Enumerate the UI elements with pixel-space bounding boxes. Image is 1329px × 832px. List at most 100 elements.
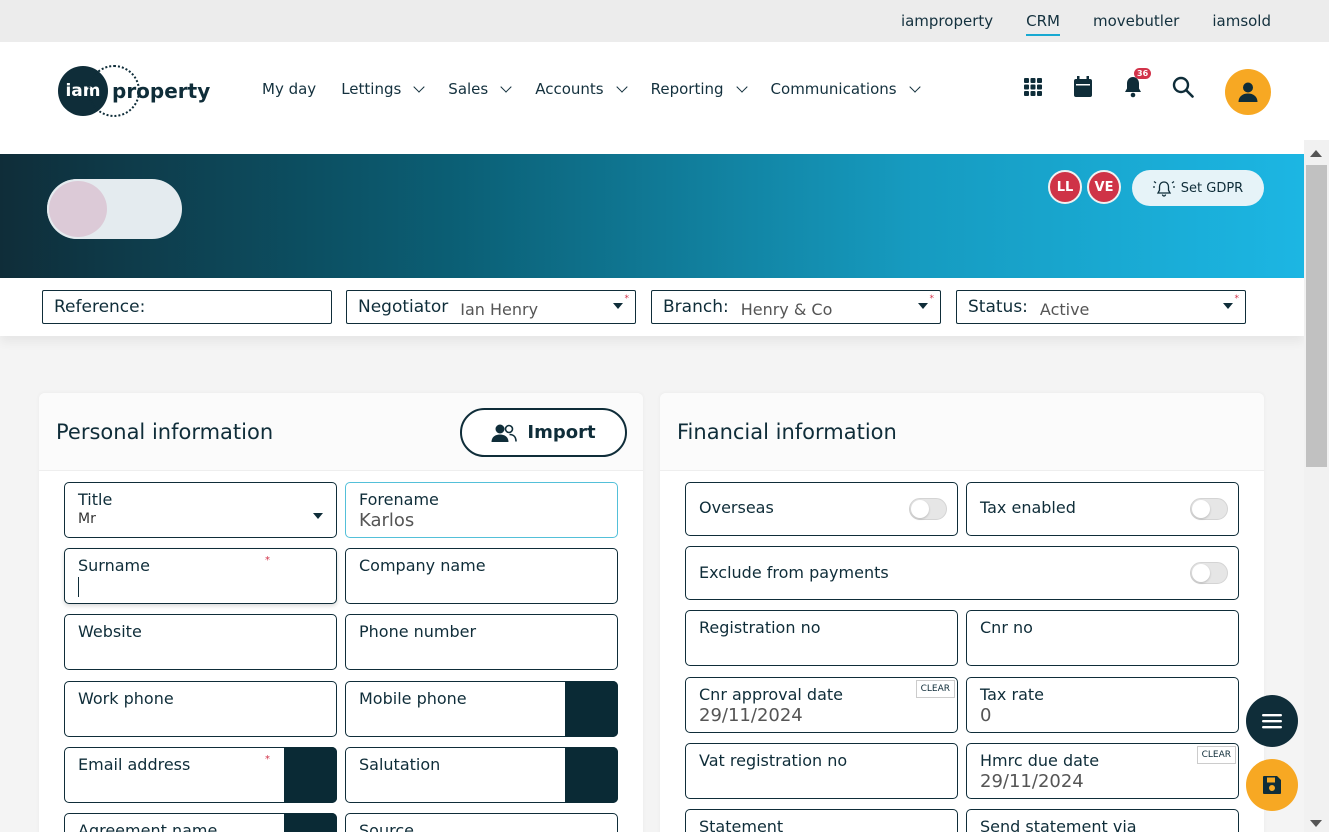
exclude-payments-toggle[interactable] — [1190, 562, 1228, 584]
negotiator-label: Negotiator — [358, 297, 449, 317]
phone-number-field[interactable]: Phone number — [345, 614, 618, 670]
scroll-up-icon[interactable] — [1310, 150, 1322, 157]
topbar-link-iamsold[interactable]: iamsold — [1212, 4, 1271, 38]
reference-field[interactable]: Reference: — [42, 290, 332, 324]
title-select[interactable]: Title Mr — [64, 482, 337, 538]
vat-registration-field[interactable]: Vat registration no — [685, 743, 958, 799]
hmrc-due-date-field[interactable]: Hmrc due date 29/11/2024 CLEAR — [966, 743, 1239, 799]
user-avatar[interactable] — [1225, 69, 1271, 115]
forename-field[interactable]: Forename Karlos — [345, 482, 618, 538]
chevron-down-icon — [500, 81, 512, 93]
calendar-icon[interactable] — [1072, 76, 1094, 98]
salutation-action-button[interactable] — [565, 747, 618, 803]
company-name-field[interactable]: Company name — [345, 548, 618, 604]
import-button[interactable]: Import — [460, 408, 627, 457]
overseas-toggle[interactable] — [909, 498, 947, 520]
scrollbar-thumb[interactable] — [1306, 165, 1327, 467]
company-name-label: Company name — [359, 556, 486, 575]
nav-item-communications[interactable]: Communications — [771, 80, 921, 98]
nav-item-reporting[interactable]: Reporting — [650, 80, 748, 98]
tax-rate-value: 0 — [980, 705, 992, 726]
required-marker: * — [929, 294, 935, 304]
apps-grid-icon[interactable] — [1022, 76, 1044, 98]
required-marker: * — [265, 555, 270, 566]
overseas-label: Overseas — [699, 498, 774, 517]
status-select[interactable]: Status: Active * — [956, 290, 1246, 324]
work-phone-label: Work phone — [78, 689, 174, 708]
agreement-action-button[interactable] — [284, 813, 337, 832]
nav-item-label: Sales — [448, 80, 489, 98]
nav-item-lettings[interactable]: Lettings — [341, 80, 425, 98]
cnr-no-field[interactable]: Cnr no — [966, 610, 1239, 666]
nav-item-label: Reporting — [650, 80, 724, 98]
registration-no-field[interactable]: Registration no — [685, 610, 958, 666]
mobile-phone-action-button[interactable] — [565, 681, 618, 737]
salutation-field[interactable]: Salutation — [345, 747, 618, 803]
set-gdpr-label: Set GDPR — [1180, 180, 1244, 196]
negotiator-value: Ian Henry — [460, 299, 539, 319]
work-phone-field[interactable]: Work phone — [64, 681, 337, 737]
nav-item-accounts[interactable]: Accounts — [535, 80, 628, 98]
email-action-button[interactable] — [284, 747, 337, 803]
branch-label: Branch: — [663, 297, 729, 317]
required-marker: * — [1234, 294, 1240, 304]
send-statement-via-field[interactable]: Send statement via — [966, 809, 1239, 832]
topbar-link-movebutler[interactable]: movebutler — [1093, 4, 1179, 38]
negotiator-select[interactable]: Negotiator Ian Henry * — [346, 290, 636, 324]
mobile-phone-field[interactable]: Mobile phone — [345, 681, 618, 737]
topbar-link-crm[interactable]: CRM — [1026, 4, 1060, 38]
chevron-down-icon — [908, 81, 921, 93]
save-fab[interactable] — [1246, 759, 1298, 811]
tax-enabled-toggle-field: Tax enabled — [966, 482, 1239, 536]
menu-fab[interactable] — [1246, 695, 1298, 747]
cnr-approval-date-field[interactable]: Cnr approval date 29/11/2024 CLEAR — [685, 677, 958, 733]
clear-button[interactable]: CLEAR — [1196, 746, 1236, 764]
tax-rate-label: Tax rate — [980, 685, 1044, 704]
tax-rate-field[interactable]: Tax rate 0 — [966, 677, 1239, 733]
personal-information-card: Personal information Import Title Mr For… — [39, 393, 643, 832]
surname-field[interactable]: Surname * — [64, 548, 337, 604]
chevron-down-icon — [413, 81, 425, 93]
caret-down-icon — [918, 303, 928, 309]
logo-word: property — [112, 79, 211, 103]
overseas-toggle-field: Overseas — [685, 482, 958, 536]
topbar-link-iamproperty[interactable]: iamproperty — [901, 4, 993, 38]
nav-item-my-day[interactable]: My day — [262, 80, 316, 98]
caret-down-icon — [613, 303, 623, 309]
title-label: Title — [78, 490, 113, 509]
branch-select[interactable]: Branch: Henry & Co * — [651, 290, 941, 324]
financial-information-card: Financial information Overseas Tax enabl… — [660, 393, 1264, 832]
chevron-down-icon — [615, 81, 628, 93]
nav-item-sales[interactable]: Sales — [448, 80, 512, 98]
set-gdpr-button[interactable]: Set GDPR — [1132, 170, 1264, 206]
caret-down-icon — [1223, 303, 1233, 309]
scroll-down-icon[interactable] — [1310, 820, 1322, 827]
tax-enabled-toggle[interactable] — [1190, 498, 1228, 520]
nav-icons: 36 — [1022, 68, 1194, 98]
vat-registration-label: Vat registration no — [699, 751, 848, 770]
nav-item-label: Lettings — [341, 80, 402, 98]
email-address-field[interactable]: Email address * — [64, 747, 337, 803]
statement-field[interactable]: Statement — [685, 809, 958, 832]
source-field[interactable]: Source — [345, 813, 618, 832]
profile-toggle[interactable] — [47, 179, 182, 239]
title-value: Mr — [78, 511, 96, 527]
clear-button[interactable]: CLEAR — [915, 680, 955, 698]
search-icon[interactable] — [1172, 76, 1194, 98]
text-cursor — [78, 577, 79, 597]
forename-value: Karlos — [359, 510, 415, 531]
logo[interactable]: iam property — [58, 65, 211, 117]
profile-avatar-dot — [47, 179, 109, 239]
user-chip-ve[interactable]: VE — [1087, 170, 1121, 204]
exclude-payments-label: Exclude from payments — [699, 563, 889, 582]
required-marker: * — [265, 754, 270, 765]
personal-card-header: Personal information Import — [39, 393, 643, 471]
tax-enabled-label: Tax enabled — [980, 498, 1076, 517]
website-field[interactable]: Website — [64, 614, 337, 670]
alarm-bell-icon — [1152, 181, 1175, 197]
financial-card-title: Financial information — [677, 419, 897, 444]
bell-icon[interactable]: 36 — [1122, 68, 1152, 98]
website-label: Website — [78, 622, 142, 641]
user-chip-ll[interactable]: LL — [1048, 170, 1082, 204]
agreement-name-field[interactable]: Agreement name — [64, 813, 337, 832]
